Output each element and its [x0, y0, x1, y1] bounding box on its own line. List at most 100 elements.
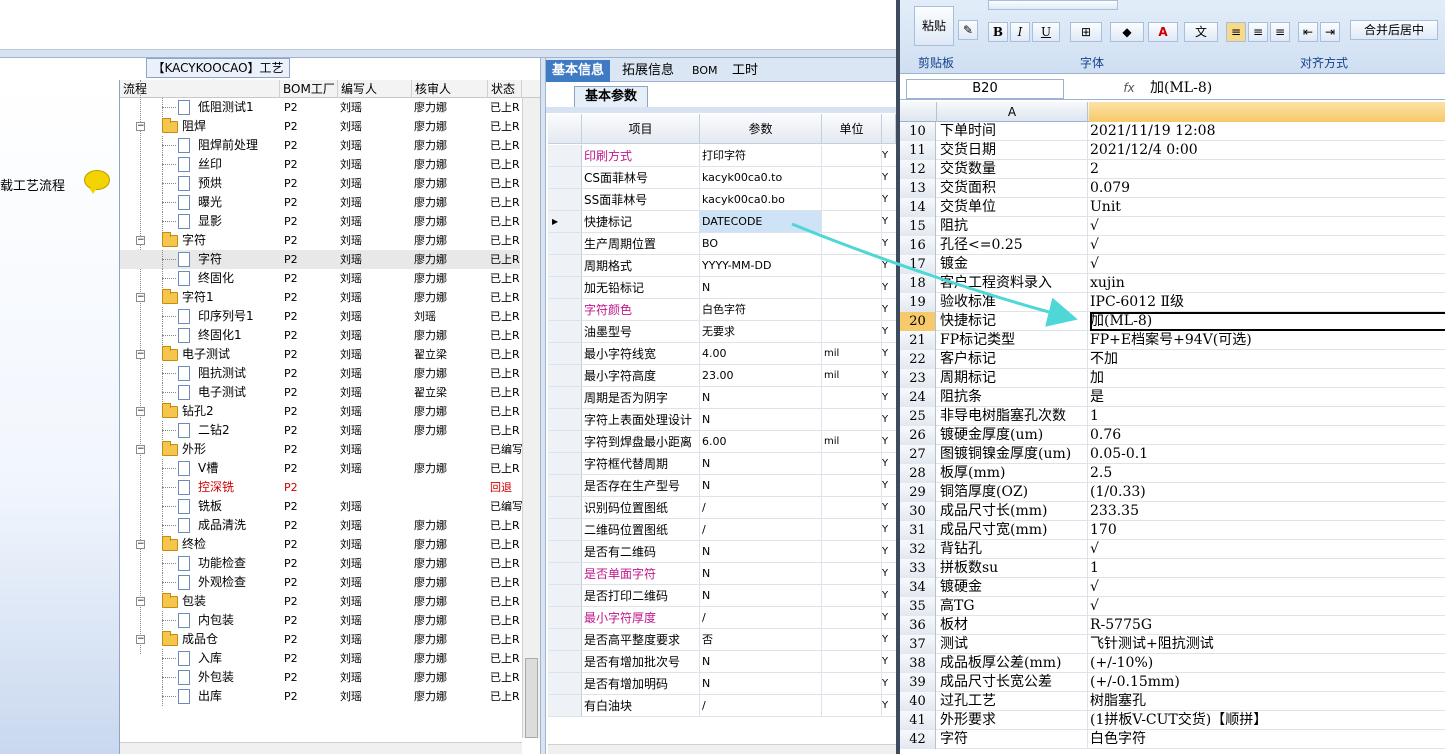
row-number[interactable]: 15 [900, 217, 936, 236]
process-row[interactable]: − 钻孔2 P2 刘瑶 廖力娜 已上R [120, 402, 520, 421]
cell-b[interactable]: 树脂塞孔 [1090, 692, 1445, 711]
name-box[interactable]: B20 [906, 79, 1064, 99]
param-value-input[interactable]: / [700, 695, 822, 717]
cell-b[interactable]: √ [1090, 236, 1445, 255]
row-number[interactable]: 38 [900, 654, 936, 673]
param-row[interactable]: SS面菲林号 kacyk00ca0.bo Y [548, 189, 896, 211]
row-number[interactable]: 37 [900, 635, 936, 654]
param-value-input[interactable]: N [700, 453, 822, 475]
cell-b[interactable]: √ [1090, 597, 1445, 616]
decrease-indent-icon[interactable]: ⇤ [1298, 22, 1318, 42]
cell-a[interactable]: 成品尺寸长宽公差 [940, 673, 1088, 692]
expand-toggle-icon[interactable]: − [136, 540, 145, 549]
row-number[interactable]: 28 [900, 464, 936, 483]
row-number[interactable]: 19 [900, 293, 936, 312]
expand-toggle-icon[interactable]: − [136, 236, 145, 245]
process-row[interactable]: 字符 P2 刘瑶 廖力娜 已上R [120, 250, 520, 269]
param-value-input[interactable]: 4.00 [700, 343, 822, 365]
cell-a[interactable]: 交货数量 [940, 160, 1088, 179]
tab-0[interactable]: 基本信息 [546, 60, 611, 82]
cell-a[interactable]: 成品板厚公差(mm) [940, 654, 1088, 673]
row-number[interactable]: 33 [900, 559, 936, 578]
process-row[interactable]: − 字符1 P2 刘瑶 廖力娜 已上R [120, 288, 520, 307]
merge-center-button[interactable]: 合并后居中 [1350, 20, 1438, 40]
row-number[interactable]: 11 [900, 141, 936, 160]
cell-b[interactable]: 0.05-0.1 [1090, 445, 1445, 464]
cell-b[interactable]: √ [1090, 255, 1445, 274]
process-row[interactable]: 外观检查 P2 刘瑶 廖力娜 已上R [120, 573, 520, 592]
cell-a[interactable]: 客户标记 [940, 350, 1088, 369]
process-header-2[interactable]: 编写人 [338, 80, 412, 98]
param-row[interactable]: 是否高平整度要求否 Y [548, 629, 896, 651]
param-row[interactable]: 生产周期位置 BO Y [548, 233, 896, 255]
cell-a[interactable]: 板厚(mm) [940, 464, 1088, 483]
param-value-input[interactable]: N [700, 585, 822, 607]
row-number[interactable]: 42 [900, 730, 936, 749]
tab-3[interactable]: 工时 [726, 60, 764, 82]
row-number[interactable]: 30 [900, 502, 936, 521]
border-icon[interactable]: ⊞ [1070, 22, 1102, 42]
process-row[interactable]: − 包装 P2 刘瑶 廖力娜 已上R [120, 592, 520, 611]
param-row[interactable]: 有白油块 / Y [548, 695, 896, 717]
cell-b[interactable]: 1 [1090, 407, 1445, 426]
cell-b[interactable]: 不加 [1090, 350, 1445, 369]
cell-a[interactable]: 字符 [940, 730, 1088, 749]
cell-a[interactable]: 非导电树脂塞孔次数 [940, 407, 1088, 426]
panel-splitter[interactable] [540, 58, 546, 754]
cell-a[interactable]: 成品尺寸长(mm) [940, 502, 1088, 521]
cell-b[interactable]: 1 [1090, 559, 1445, 578]
process-row[interactable]: − 字符 P2 刘瑶 廖力娜 已上R [120, 231, 520, 250]
cell-a[interactable]: 验收标准 [940, 293, 1088, 312]
param-row[interactable]: 识别码位置图纸 / Y [548, 497, 896, 519]
param-value-input[interactable]: N [700, 563, 822, 585]
params-header-2[interactable]: 单位 [822, 114, 882, 144]
process-row[interactable]: 终固化1 P2 刘瑶 廖力娜 已上R [120, 326, 520, 345]
param-value-input[interactable]: YYYY-MM-DD [700, 255, 822, 277]
row-number[interactable]: 41 [900, 711, 936, 730]
cell-b[interactable]: √ [1090, 217, 1445, 236]
cell-a[interactable]: 镀硬金厚度(um) [940, 426, 1088, 445]
expand-toggle-icon[interactable]: − [136, 293, 145, 302]
cell-b[interactable]: 加 [1090, 369, 1445, 388]
param-value-input[interactable]: 否 [700, 629, 822, 651]
cell-b[interactable]: xujin [1090, 274, 1445, 293]
param-row[interactable]: ▶ 快捷标记 DATECODE Y [548, 211, 896, 233]
process-row[interactable]: 功能检查 P2 刘瑶 廖力娜 已上R [120, 554, 520, 573]
cell-b[interactable]: (+/-10%) [1090, 654, 1445, 673]
param-row[interactable]: 是否打印二维码 N Y [548, 585, 896, 607]
row-number[interactable]: 34 [900, 578, 936, 597]
cell-b[interactable]: 白色字符 [1090, 730, 1445, 749]
tab-1[interactable]: 拓展信息 [616, 60, 680, 82]
scroll-thumb[interactable] [525, 658, 538, 738]
cell-a[interactable]: 背钻孔 [940, 540, 1088, 559]
param-value-input[interactable]: / [700, 607, 822, 629]
align-left-icon[interactable]: ≡ [1226, 22, 1246, 42]
param-row[interactable]: 周期是否为阴字 N Y [548, 387, 896, 409]
row-number[interactable]: 13 [900, 179, 936, 198]
param-row[interactable]: 是否单面字符 N Y [548, 563, 896, 585]
cell-a[interactable]: 铜箔厚度(OZ) [940, 483, 1088, 502]
tab-2[interactable]: BOM [686, 60, 724, 82]
param-value-input[interactable]: N [700, 673, 822, 695]
process-row[interactable]: 外包装 P2 刘瑶 廖力娜 已上R [120, 668, 520, 687]
cell-a[interactable]: 镀金 [940, 255, 1088, 274]
process-row[interactable]: 印序列号1 P2 刘瑶 刘瑶 已上R [120, 307, 520, 326]
param-row[interactable]: 二维码位置图纸 / Y [548, 519, 896, 541]
process-row[interactable]: 阻焊前处理 P2 刘瑶 廖力娜 已上R [120, 136, 520, 155]
process-row[interactable]: 显影 P2 刘瑶 廖力娜 已上R [120, 212, 520, 231]
params-header-0[interactable]: 项目 [582, 114, 700, 144]
process-row[interactable]: 阻抗测试 P2 刘瑶 廖力娜 已上R [120, 364, 520, 383]
cell-b[interactable]: 0.76 [1090, 426, 1445, 445]
param-row[interactable]: 加无铅标记 N Y [548, 277, 896, 299]
expand-toggle-icon[interactable]: − [136, 407, 145, 416]
param-row[interactable]: 周期格式 YYYY-MM-DD Y [548, 255, 896, 277]
paste-button[interactable]: 粘贴 [914, 6, 954, 46]
row-number[interactable]: 39 [900, 673, 936, 692]
process-header-1[interactable]: BOM工厂 [280, 80, 338, 98]
cell-a[interactable]: 交货日期 [940, 141, 1088, 160]
cell-a[interactable]: 外形要求 [940, 711, 1088, 730]
process-row[interactable]: 控深铣 P2 回退 [120, 478, 520, 497]
cell-a[interactable]: 成品尺寸宽(mm) [940, 521, 1088, 540]
cell-b[interactable]: (+/-0.15mm) [1090, 673, 1445, 692]
param-row[interactable]: 最小字符高度 23.00 mil Y [548, 365, 896, 387]
